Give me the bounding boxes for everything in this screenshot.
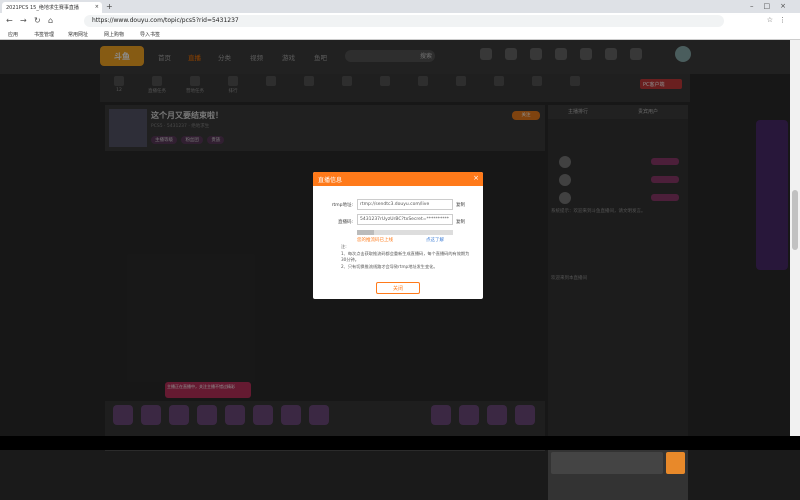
browser-chrome: 2021PCS 15_绝地求生赛事直播 × + –□× ← → ↻ ⌂ http… bbox=[0, 0, 800, 40]
chat-input[interactable] bbox=[551, 452, 663, 474]
bookmark-item[interactable]: 网上购物 bbox=[104, 31, 124, 38]
code-progress bbox=[357, 230, 453, 235]
tab-close-icon[interactable]: × bbox=[95, 4, 99, 10]
toolbar-icons[interactable]: ☆⋮ bbox=[767, 16, 792, 24]
bookmark-item[interactable]: 导入书签 bbox=[140, 31, 160, 38]
url-text: https://www.douyu.com/topic/pcs5?rid=543… bbox=[92, 17, 239, 24]
tab-title: 2021PCS 15_绝地求生赛事直播 bbox=[6, 5, 79, 11]
new-tab-button[interactable]: + bbox=[106, 2, 113, 11]
taskbar bbox=[0, 436, 800, 450]
bookmark-item[interactable]: 常用网址 bbox=[68, 31, 88, 38]
note-line: 2、只有切换推流线路才会导致rtmp地址发生变化。 bbox=[341, 263, 438, 269]
forward-icon[interactable]: → bbox=[20, 16, 27, 25]
code-field[interactable]: 5431237rUyzUrBC?txSecret=********** bbox=[357, 214, 453, 225]
learn-more-link[interactable]: 点这了解 bbox=[426, 237, 444, 243]
dialog-title: 直播信息 bbox=[313, 172, 483, 186]
browser-tab[interactable]: 2021PCS 15_绝地求生赛事直播 × bbox=[2, 2, 102, 13]
address-bar[interactable]: https://www.douyu.com/topic/pcs5?rid=543… bbox=[84, 15, 724, 27]
code-label: 直播码: bbox=[337, 220, 353, 225]
window-controls[interactable]: –□× bbox=[750, 2, 796, 10]
warn-text: 您的推流码已上线 bbox=[357, 238, 393, 243]
browser-toolbar: ← → ↻ ⌂ https://www.douyu.com/topic/pcs5… bbox=[0, 13, 800, 29]
page-scrollbar[interactable] bbox=[790, 40, 800, 436]
back-icon[interactable]: ← bbox=[6, 16, 13, 25]
dialog-close-button[interactable]: 关闭 bbox=[376, 282, 420, 294]
send-button[interactable] bbox=[666, 452, 685, 474]
bookmark-item[interactable]: 书签管理 bbox=[34, 31, 54, 38]
scroll-thumb[interactable] bbox=[792, 190, 798, 250]
close-icon[interactable]: × bbox=[473, 174, 479, 182]
reload-icon[interactable]: ↻ bbox=[34, 16, 41, 25]
copy-rtmp-button[interactable]: 复制 bbox=[456, 202, 465, 208]
copy-code-button[interactable]: 复制 bbox=[456, 219, 465, 225]
home-icon[interactable]: ⌂ bbox=[48, 16, 53, 25]
stream-info-dialog: 直播信息 × rtmp地址: rtmp://sendtc3.douyu.com/… bbox=[313, 172, 483, 299]
bookmark-item[interactable]: 应用 bbox=[8, 31, 18, 38]
bookmarks-bar: 应用 书签管理 常用网址 网上购物 导入书签 bbox=[0, 29, 800, 40]
rtmp-field[interactable]: rtmp://sendtc3.douyu.com/live bbox=[357, 199, 453, 210]
rtmp-label: rtmp地址: bbox=[331, 203, 353, 208]
note-line: 1、每次点击获取推流码都会重新生成直播码，每个直播码的有效期为30分钟。 bbox=[341, 250, 470, 263]
progress-fill bbox=[357, 230, 375, 235]
notes: 注: 1、每次点击获取推流码都会重新生成直播码，每个直播码的有效期为30分钟。 … bbox=[341, 244, 471, 270]
